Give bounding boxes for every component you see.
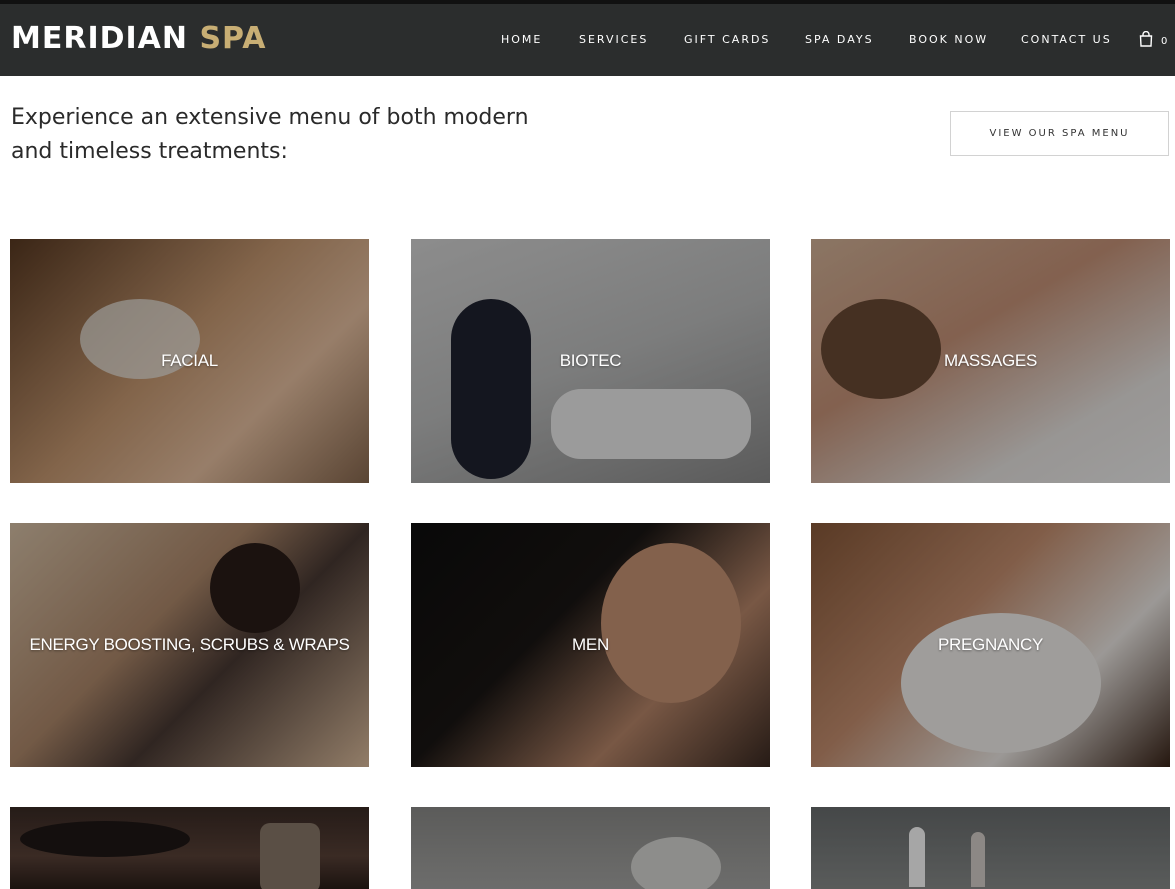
biotec-tile[interactable]: BIOTEC	[411, 239, 770, 483]
cart-icon[interactable]	[1139, 31, 1153, 47]
scrubs-wraps-label: ENERGY BOOSTING, SCRUBS & WRAPS	[29, 635, 350, 654]
men-label: MEN	[572, 635, 609, 654]
men-tile[interactable]: MEN	[411, 523, 770, 767]
logo[interactable]: MERIDIAN SPA	[11, 23, 267, 55]
hot-stones-tile[interactable]	[10, 807, 369, 889]
scrubs-wraps-tile[interactable]: ENERGY BOOSTING, SCRUBS & WRAPS	[10, 523, 369, 767]
massages-tile[interactable]: MASSAGES	[811, 239, 1170, 483]
nav-contact-us[interactable]: CONTACT US	[1021, 33, 1112, 47]
cart-count: 0	[1161, 36, 1168, 47]
tea-tile[interactable]	[411, 807, 770, 889]
treatment-room-tile[interactable]	[811, 807, 1170, 889]
intro-text: Experience an extensive menu of both mod…	[11, 105, 529, 164]
pregnancy-tile[interactable]: PREGNANCY	[811, 523, 1170, 767]
facial-tile[interactable]: FACIAL	[10, 239, 369, 483]
nav-home[interactable]: HOME	[501, 33, 542, 47]
nav-services[interactable]: SERVICES	[579, 33, 648, 47]
pregnancy-label: PREGNANCY	[938, 635, 1043, 654]
view-spa-menu-button[interactable]: VIEW OUR SPA MENU	[950, 111, 1169, 156]
facial-label: FACIAL	[161, 351, 218, 370]
site-header: MERIDIAN SPA HOME SERVICES GIFT CARDS SP…	[0, 4, 1175, 76]
nav-spa-days[interactable]: SPA DAYS	[805, 33, 874, 47]
massages-label: MASSAGES	[943, 351, 1038, 370]
nav-gift-cards[interactable]: GIFT CARDS	[684, 33, 770, 47]
biotec-label: BIOTEC	[559, 351, 622, 370]
nav-book-now[interactable]: BOOK NOW	[909, 33, 988, 47]
